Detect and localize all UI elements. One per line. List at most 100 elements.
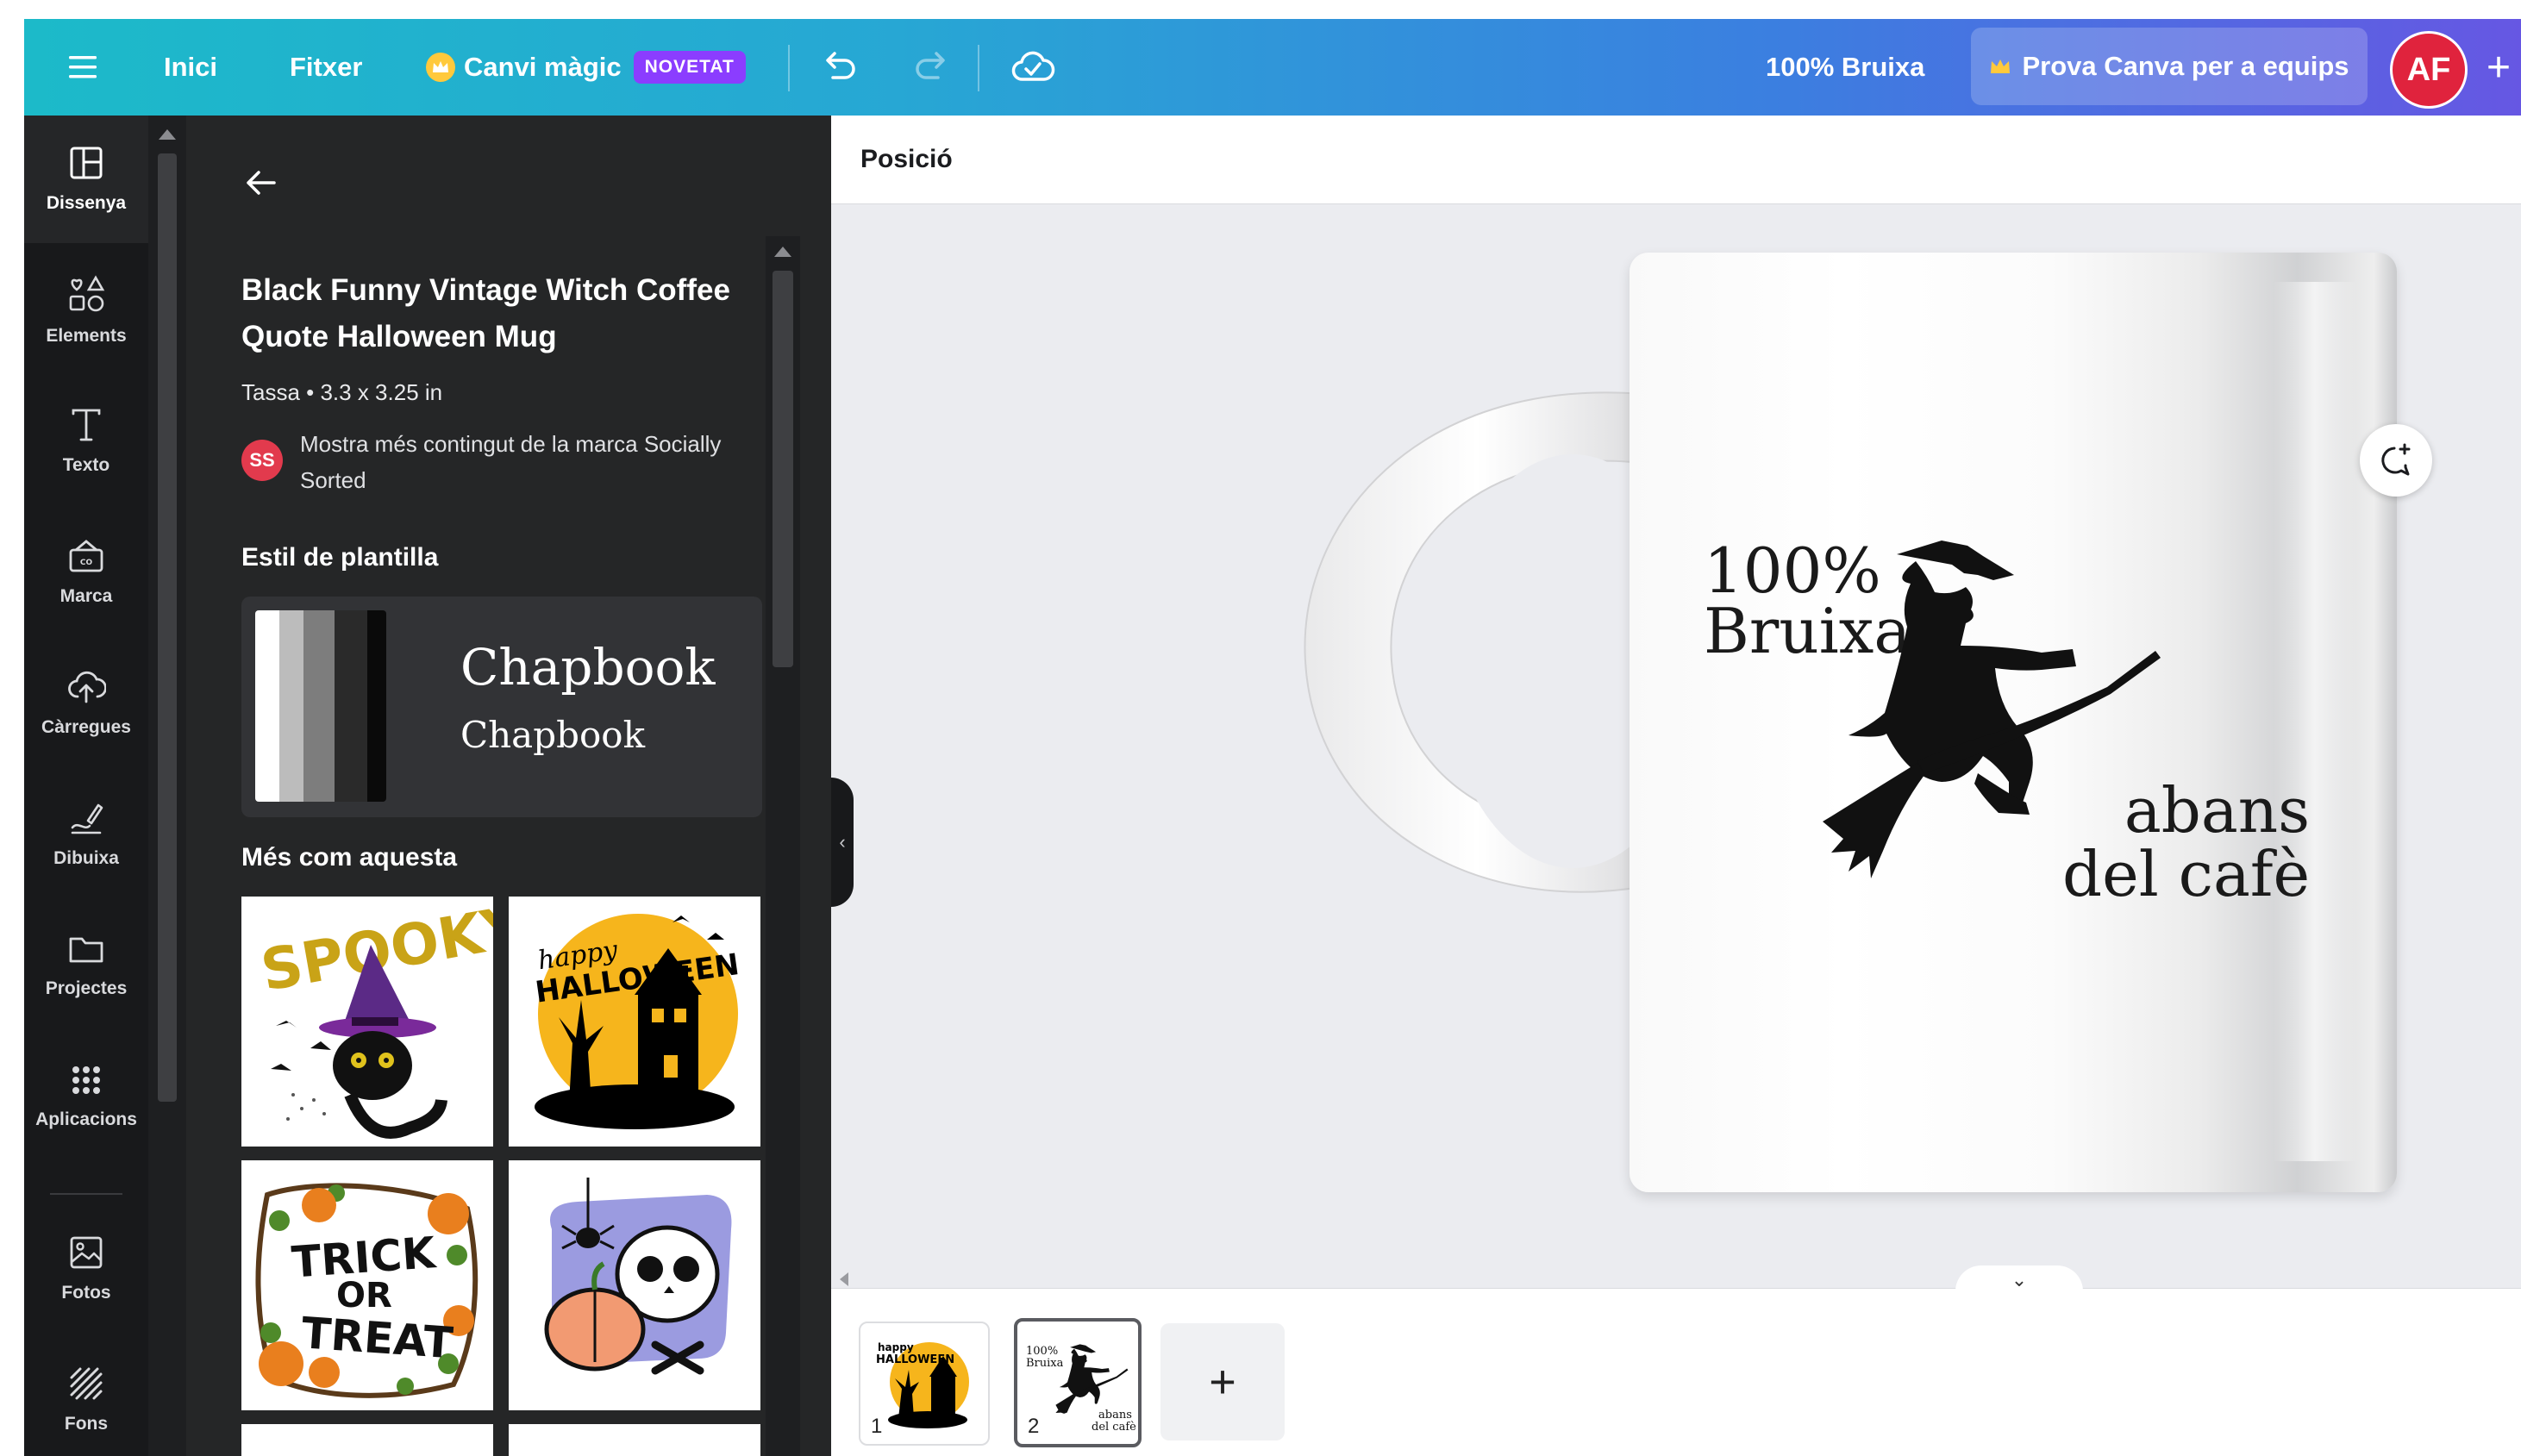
- template-thumb-spooky-cat[interactable]: SPOOKY: [241, 897, 493, 1147]
- rail-label: Dissenya: [46, 193, 127, 213]
- add-comment-icon[interactable]: [2360, 424, 2432, 497]
- template-thumb-skull-pumpkin[interactable]: [509, 1160, 760, 1410]
- top-toolbar: Inici Fitxer Canvi màgic NOVETAT 100% Br…: [24, 19, 2521, 116]
- expand-pages-chevron-icon[interactable]: ⌄: [1955, 1265, 2083, 1291]
- svg-text:del cafè: del cafè: [1092, 1421, 1136, 1434]
- add-collaborator-icon[interactable]: +: [2464, 31, 2521, 103]
- page-thumbnails-strip: happy HALLOWEEN 1 100% Bruixa abans del …: [831, 1288, 2521, 1456]
- rail-item-background[interactable]: Fons: [24, 1336, 148, 1456]
- mug-text-bottom[interactable]: abans del cafè: [2062, 774, 2311, 906]
- shapes-icon: [66, 274, 106, 319]
- svg-text:abans: abans: [1098, 1409, 1132, 1422]
- svg-text:HALLOWEEN: HALLOWEEN: [876, 1353, 954, 1366]
- template-thumb-partial[interactable]: [509, 1424, 760, 1456]
- style-font-title: Chapbook: [460, 638, 716, 697]
- cloud-saved-icon[interactable]: [1010, 19, 1055, 116]
- undo-icon[interactable]: [819, 19, 860, 116]
- page-thumb-2-selected[interactable]: 100% Bruixa abans del cafè 2: [1014, 1318, 1142, 1447]
- position-button[interactable]: Posició: [860, 145, 953, 174]
- scrollbar-thumb[interactable]: [773, 271, 793, 667]
- rail-item-uploads[interactable]: Càrregues: [24, 640, 148, 767]
- rail-item-brand[interactable]: CO Marca: [24, 509, 148, 636]
- rail-label: Texto: [62, 455, 110, 475]
- svg-text:happy: happy: [878, 1341, 914, 1353]
- template-style-heading: Estil de plantilla: [241, 543, 439, 572]
- try-teams-label: Prova Canva per a equips: [2022, 51, 2349, 81]
- back-arrow-icon[interactable]: [243, 167, 278, 203]
- template-style-card[interactable]: Chapbook Chapbook: [241, 597, 762, 817]
- draw-icon: [67, 800, 105, 841]
- crown-icon: [1989, 57, 2011, 76]
- magic-switch-button[interactable]: Canvi màgic NOVETAT: [426, 19, 746, 116]
- scrollbar-thumb[interactable]: [158, 153, 177, 1102]
- svg-text:100%: 100%: [1026, 1345, 1058, 1358]
- rail-item-apps[interactable]: Aplicacions: [24, 1033, 148, 1160]
- template-thumb-partial[interactable]: [241, 1424, 493, 1456]
- scroll-up-arrow-icon[interactable]: [159, 129, 176, 140]
- try-canva-teams-button[interactable]: Prova Canva per a equips: [1971, 28, 2368, 105]
- rail-label: Fotos: [61, 1283, 111, 1303]
- home-button[interactable]: Inici: [164, 19, 217, 116]
- file-menu-button[interactable]: Fitxer: [290, 19, 362, 116]
- background-hatch-icon: [68, 1365, 104, 1407]
- style-font-body: Chapbook: [460, 714, 646, 756]
- rail-item-elements[interactable]: Elements: [24, 247, 148, 374]
- rail-item-photos[interactable]: Fotos: [24, 1205, 148, 1333]
- svg-text:TREAT: TREAT: [300, 1308, 454, 1368]
- brand-link[interactable]: SS Mostra més contingut de la marca Soci…: [241, 426, 766, 498]
- templates-scrollbar[interactable]: [766, 236, 800, 1456]
- template-meta: Tassa • 3.3 x 3.25 in: [241, 379, 443, 405]
- editor-area: Posició 100% Bruixa abans del cafè happy…: [831, 116, 2521, 1456]
- rail-item-projects[interactable]: Projectes: [24, 902, 148, 1029]
- canvas-horizontal-scrollbar[interactable]: [831, 1271, 2521, 1288]
- rail-label: Elements: [46, 326, 127, 346]
- page-number: 1: [871, 1415, 883, 1438]
- scroll-left-arrow-icon[interactable]: [840, 1272, 848, 1286]
- rail-label: Projectes: [45, 978, 128, 998]
- brand-kit-icon: CO: [67, 538, 105, 579]
- layout-icon: [68, 145, 104, 186]
- rail-item-text[interactable]: Texto: [24, 378, 148, 505]
- brand-link-label: Mostra més contingut de la marca Sociall…: [300, 431, 722, 493]
- template-thumb-trick-or-treat[interactable]: TRICK OR TREAT: [241, 1160, 493, 1410]
- template-title: Black Funny Vintage Witch Coffee Quote H…: [241, 273, 730, 353]
- rail-label: Aplicacions: [35, 1109, 137, 1129]
- rail-divider: [50, 1193, 122, 1195]
- rail-item-design[interactable]: Dissenya: [24, 116, 148, 243]
- template-thumb-happy-halloween[interactable]: happy HALLOWEEN: [509, 897, 760, 1147]
- design-canvas[interactable]: 100% Bruixa abans del cafè: [831, 204, 2521, 1271]
- context-toolbar: Posició: [831, 116, 2521, 204]
- mug-text-before: abans: [2124, 774, 2311, 847]
- crown-icon: [426, 53, 455, 82]
- magic-switch-label: Canvi màgic: [464, 52, 622, 82]
- cloud-upload-icon: [66, 669, 107, 710]
- panel-scrollbar[interactable]: [148, 116, 186, 1456]
- rail-label: Càrregues: [41, 717, 131, 737]
- svg-text:CO: CO: [80, 559, 93, 567]
- palette-swatch: [303, 610, 335, 802]
- page-thumb-1[interactable]: happy HALLOWEEN 1: [859, 1322, 990, 1446]
- mug-highlight: [2274, 282, 2356, 1161]
- new-badge: NOVETAT: [633, 51, 746, 84]
- palette-swatch: [279, 610, 303, 802]
- template-details-panel: Black Funny Vintage Witch Coffee Quote H…: [148, 116, 831, 1456]
- svg-text:OR: OR: [336, 1276, 392, 1315]
- left-nav-rail: Dissenya Elements Texto CO Marca Càrregu…: [24, 116, 148, 1456]
- palette-swatch: [367, 610, 386, 802]
- image-icon: [68, 1234, 104, 1276]
- mug-text-coffee: del cafè: [2062, 838, 2311, 910]
- rail-label: Marca: [59, 586, 113, 606]
- redo-icon[interactable]: [910, 19, 952, 116]
- canva-editor-window: Inici Fitxer Canvi màgic NOVETAT 100% Br…: [24, 19, 2521, 1456]
- rail-label: Dibuixa: [53, 848, 119, 868]
- document-title[interactable]: 100% Bruixa: [1766, 19, 1924, 116]
- scroll-up-arrow-icon[interactable]: [774, 247, 791, 257]
- collapse-panel-chevron-icon[interactable]: ‹: [831, 778, 854, 907]
- page-number: 2: [1028, 1415, 1040, 1438]
- menu-icon[interactable]: [66, 19, 100, 116]
- text-icon: [68, 407, 104, 448]
- more-like-this-heading: Més com aquesta: [241, 843, 458, 872]
- add-page-button[interactable]: +: [1160, 1323, 1285, 1440]
- rail-item-draw[interactable]: Dibuixa: [24, 771, 148, 898]
- user-avatar[interactable]: AF: [2390, 31, 2468, 109]
